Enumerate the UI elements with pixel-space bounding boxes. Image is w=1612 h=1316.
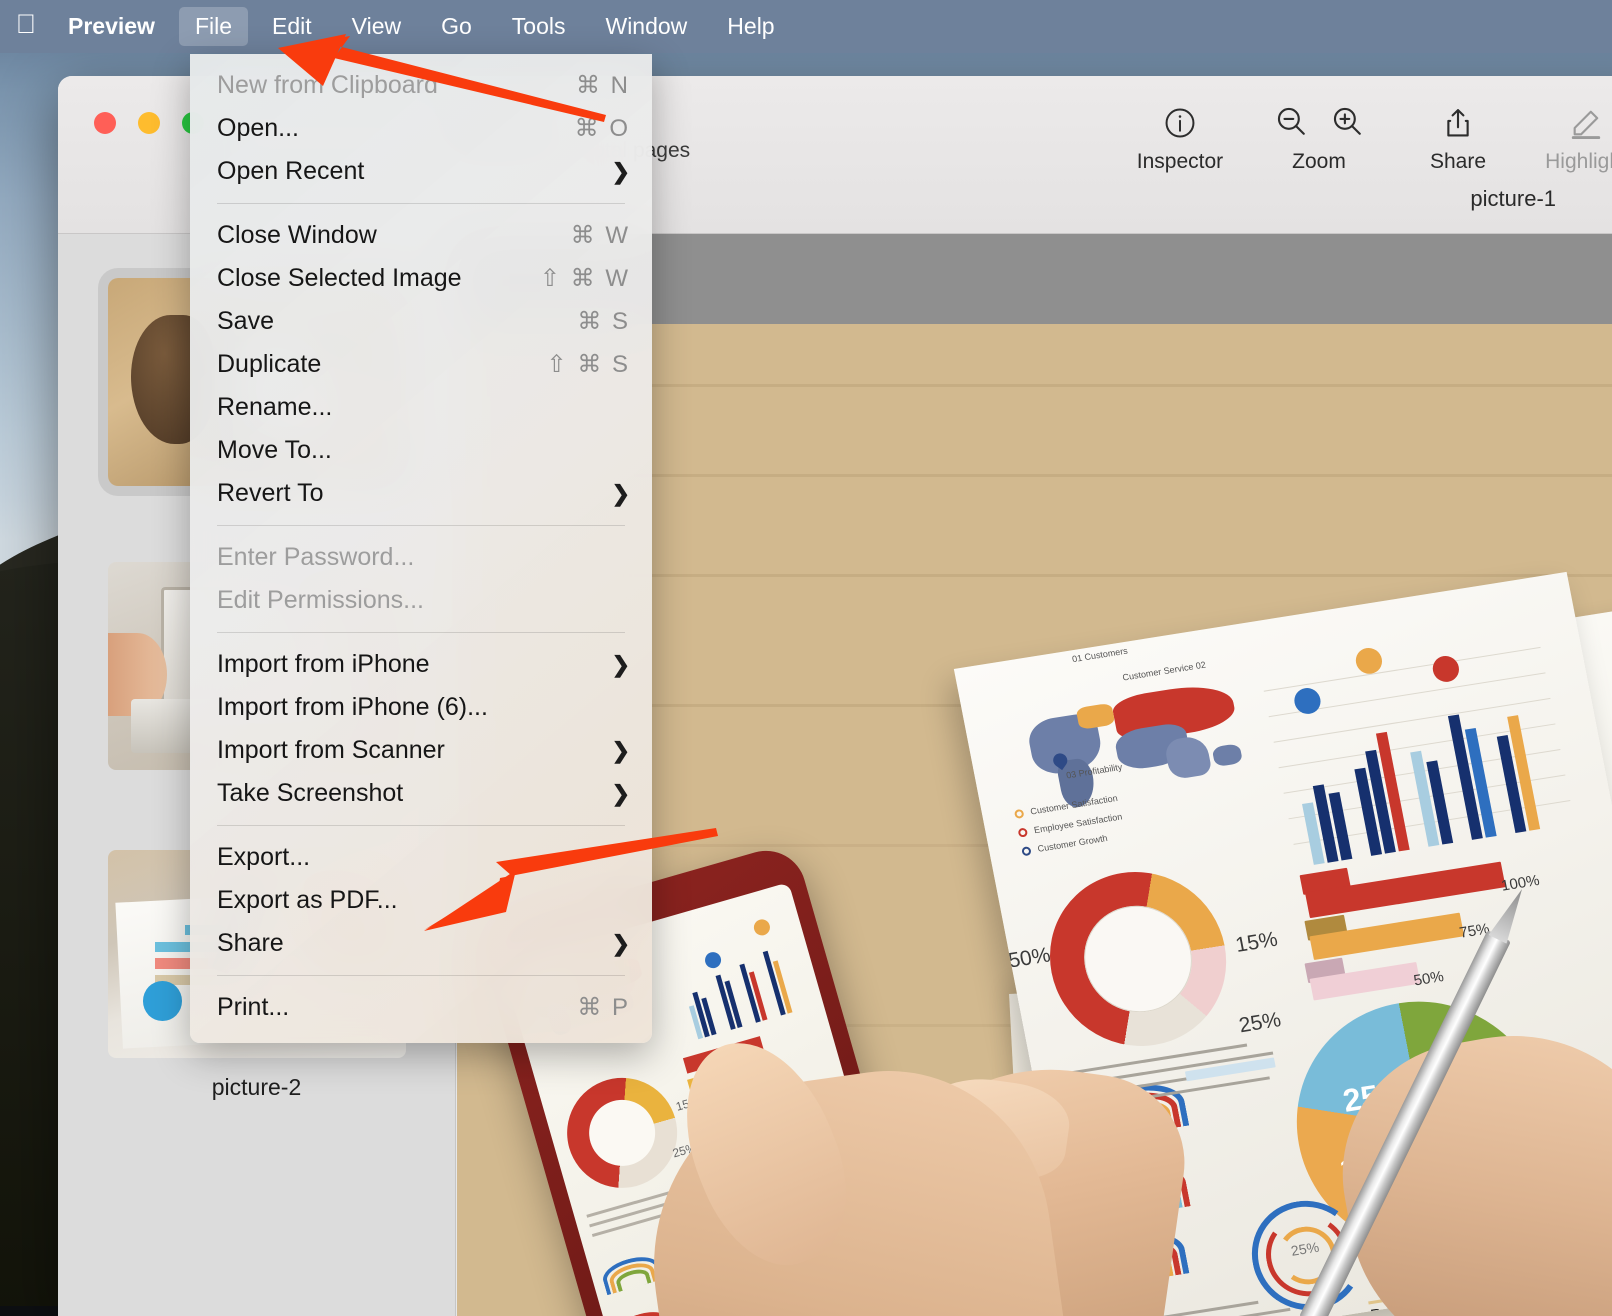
zoom-in-icon[interactable] <box>1330 104 1364 143</box>
menu-item-shortcut: ⇧ ⌘ W <box>540 264 630 293</box>
chevron-right-icon: ❯ <box>612 931 630 957</box>
menubar-item-window[interactable]: Window <box>589 7 703 46</box>
menu-separator <box>217 203 625 204</box>
menu-item-rename[interactable]: Rename... <box>190 386 652 429</box>
menu-item-shortcut: ⌘ O <box>575 114 630 143</box>
menu-item-shortcut: ⌘ W <box>571 221 630 250</box>
menubar-item-preview[interactable]: Preview <box>52 7 171 46</box>
toolbar-share-button[interactable]: Share <box>1394 98 1522 174</box>
share-icon <box>1441 98 1475 148</box>
menu-item-label: Export as PDF... <box>217 886 630 915</box>
info-circle-icon <box>1163 98 1197 148</box>
menu-item-label: Rename... <box>217 393 630 422</box>
minimize-button[interactable] <box>138 112 160 134</box>
menu-item-save[interactable]: Save ⌘ S <box>190 300 652 343</box>
donut-label-50: 50% <box>1006 943 1052 973</box>
document-tab-label[interactable]: picture-1 <box>1470 186 1556 212</box>
menu-item-label: Export... <box>217 843 630 872</box>
menu-item-label: New from Clipboard <box>217 71 576 100</box>
menu-item-label: Take Screenshot <box>217 779 612 808</box>
toolbar-label: Zoom <box>1292 150 1346 174</box>
menu-item-label: Save <box>217 307 577 336</box>
chevron-right-icon: ❯ <box>612 738 630 764</box>
menu-item-label: Import from Scanner <box>217 736 612 765</box>
chevron-right-icon: ❯ <box>612 481 630 507</box>
menu-item-shortcut: ⌘ S <box>577 307 630 336</box>
menu-item-shortcut: ⇧ ⌘ S <box>547 350 630 379</box>
menu-item-label: Close Window <box>217 221 571 250</box>
toolbar-label: Highlight <box>1545 150 1612 174</box>
menu-item-label: Edit Permissions... <box>217 586 630 615</box>
menu-separator <box>217 975 625 976</box>
toolbar-highlight-button[interactable]: Highlight <box>1522 98 1612 174</box>
menu-item-label: Open Recent <box>217 157 612 186</box>
toolbar-label: Share <box>1430 150 1486 174</box>
bar-chart-graphic <box>1262 637 1575 867</box>
menu-item-new-from-clipboard[interactable]: New from Clipboard ⌘ N <box>190 64 652 107</box>
menu-item-open-recent[interactable]: Open Recent ❯ <box>190 150 652 193</box>
apple-logo-icon[interactable]:  <box>0 11 52 42</box>
menu-item-edit-permissions[interactable]: Edit Permissions... <box>190 579 652 622</box>
menubar-item-file[interactable]: File <box>179 7 248 46</box>
menubar-item-help[interactable]: Help <box>711 7 790 46</box>
menu-item-label: Import from iPhone (6)... <box>217 693 630 722</box>
menu-item-duplicate[interactable]: Duplicate ⇧ ⌘ S <box>190 343 652 386</box>
menu-separator <box>217 632 625 633</box>
menu-item-shortcut: ⌘ N <box>576 71 630 100</box>
donut-label-15: 15% <box>1234 928 1280 958</box>
menu-separator <box>217 825 625 826</box>
close-button[interactable] <box>94 112 116 134</box>
menubar-item-view[interactable]: View <box>336 7 417 46</box>
menu-separator <box>217 525 625 526</box>
menu-item-label: Enter Password... <box>217 543 630 572</box>
menu-item-label: Share <box>217 929 612 958</box>
highlight-pen-icon <box>1569 98 1603 148</box>
hbar-label-100: 100% <box>1500 872 1541 895</box>
toolbar-label: Inspector <box>1137 150 1223 174</box>
menu-item-import-from-iphone[interactable]: Import from iPhone ❯ <box>190 643 652 686</box>
menu-item-label: Duplicate <box>217 350 547 379</box>
menu-item-label: Open... <box>217 114 575 143</box>
menu-item-print[interactable]: Print... ⌘ P <box>190 986 652 1029</box>
menu-item-share[interactable]: Share ❯ <box>190 922 652 965</box>
menu-item-export[interactable]: Export... <box>190 836 652 879</box>
thumbnail-label: picture-2 <box>212 1074 301 1101</box>
menu-item-label: Move To... <box>217 436 630 465</box>
menu-item-label: Print... <box>217 993 577 1022</box>
menu-item-import-from-iphone-6[interactable]: Import from iPhone (6)... <box>190 686 652 729</box>
menu-item-open[interactable]: Open... ⌘ O <box>190 107 652 150</box>
menu-item-label: Import from iPhone <box>217 650 612 679</box>
macos-menu-bar[interactable]:  Preview File Edit View Go Tools Window… <box>0 0 1612 53</box>
chevron-right-icon: ❯ <box>612 652 630 678</box>
chevron-right-icon: ❯ <box>612 781 630 807</box>
menu-item-enter-password[interactable]: Enter Password... <box>190 536 652 579</box>
hbar-label-50: 50% <box>1412 968 1445 989</box>
menu-item-revert-to[interactable]: Revert To ❯ <box>190 472 652 515</box>
zoom-out-icon[interactable] <box>1274 104 1308 143</box>
toolbar-inspector-button[interactable]: Inspector <box>1116 98 1244 174</box>
window-toolbar: Inspector <box>1116 98 1612 174</box>
donut-label-25: 25% <box>1237 1008 1283 1038</box>
menubar-item-tools[interactable]: Tools <box>496 7 582 46</box>
menu-item-label: Revert To <box>217 479 612 508</box>
menu-item-close-selected-image[interactable]: Close Selected Image ⇧ ⌘ W <box>190 257 652 300</box>
file-dropdown-menu[interactable]: New from Clipboard ⌘ N Open... ⌘ O Open … <box>190 54 652 1043</box>
menu-item-take-screenshot[interactable]: Take Screenshot ❯ <box>190 772 652 815</box>
menubar-item-go[interactable]: Go <box>425 7 488 46</box>
menu-item-shortcut: ⌘ P <box>577 993 630 1022</box>
toolbar-zoom-group[interactable]: Zoom <box>1244 98 1394 174</box>
menu-item-move-to[interactable]: Move To... <box>190 429 652 472</box>
menu-item-export-as-pdf[interactable]: Export as PDF... <box>190 879 652 922</box>
menu-item-close-window[interactable]: Close Window ⌘ W <box>190 214 652 257</box>
menubar-item-edit[interactable]: Edit <box>256 7 328 46</box>
donut-chart-graphic <box>1035 859 1241 1058</box>
chevron-right-icon: ❯ <box>612 159 630 185</box>
menu-item-label: Close Selected Image <box>217 264 540 293</box>
menu-item-import-from-scanner[interactable]: Import from Scanner ❯ <box>190 729 652 772</box>
traffic-lights[interactable] <box>94 112 204 134</box>
world-map-graphic <box>1020 661 1270 815</box>
